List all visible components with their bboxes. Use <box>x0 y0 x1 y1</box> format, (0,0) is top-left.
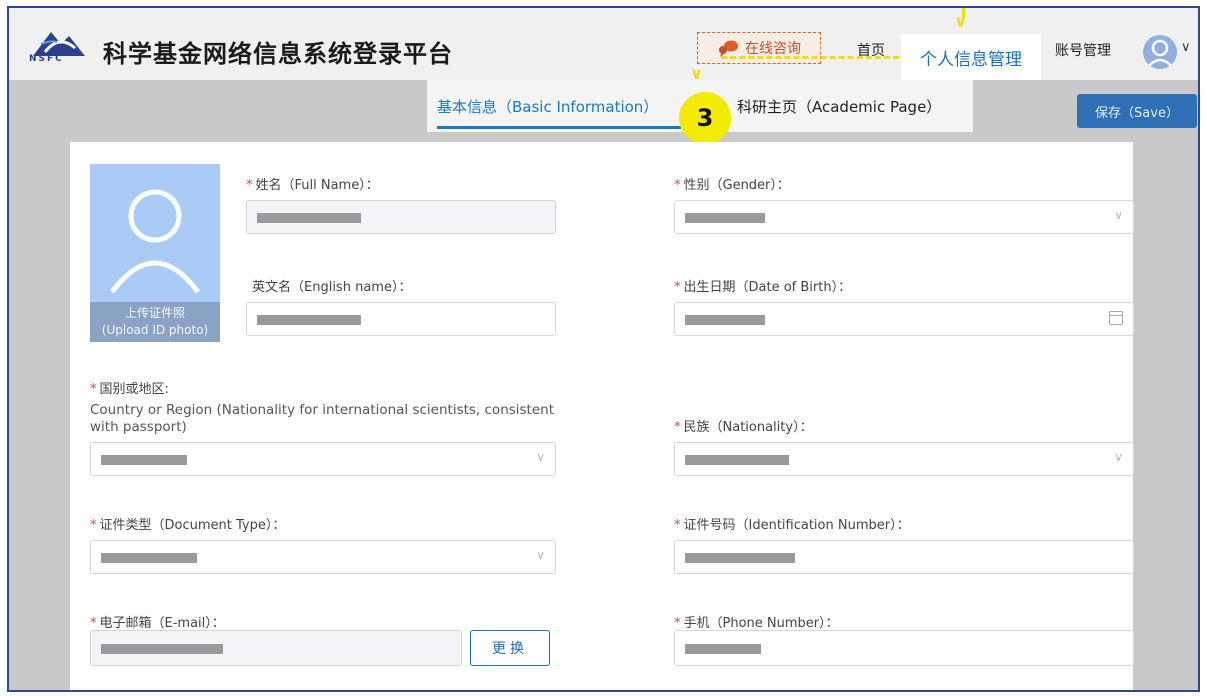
required-mark: * <box>674 420 681 435</box>
consult-label: 在线咨询 <box>745 41 801 57</box>
english-name-input[interactable] <box>246 302 556 336</box>
country-select[interactable]: ∨ <box>90 442 556 476</box>
chevron-down-icon: ∨ <box>1114 450 1123 464</box>
id-photo-upload[interactable]: 上传证件照 (Upload ID photo) <box>90 164 220 342</box>
chevron-down-icon: ∨ <box>1114 208 1123 222</box>
nav-profile-link[interactable]: 个人信息管理 <box>901 34 1041 80</box>
full-name-label-text: 姓名（Full Name）： <box>255 178 379 193</box>
redacted-value <box>257 213 361 223</box>
redacted-value <box>685 455 789 465</box>
required-mark: * <box>246 178 253 193</box>
step-number-badge: 3 <box>679 92 731 144</box>
chevron-down-icon: ∨ <box>536 450 545 464</box>
gender-label: * 性别（Gender）： <box>674 174 790 193</box>
country-label-text: 国别或地区: <box>99 382 169 397</box>
required-mark: * <box>90 616 97 631</box>
id-number-label: * 证件号码（Identification Number）： <box>674 514 910 533</box>
redacted-value <box>101 553 197 563</box>
basic-info-form: 上传证件照 (Upload ID photo) * 姓名（Full Name）： … <box>70 142 1134 690</box>
required-mark: * <box>674 178 681 193</box>
calendar-icon[interactable] <box>1109 311 1123 325</box>
phone-label: * 手机（Phone Number）： <box>674 612 839 631</box>
birth-date-label-text: 出生日期（Date of Birth）： <box>683 280 852 295</box>
required-mark: * <box>674 280 681 295</box>
redacted-value <box>101 644 223 654</box>
required-mark: * <box>90 518 97 533</box>
tab-bar: 基本信息（Basic Information） 科研主页（Academic Pa… <box>9 80 1198 138</box>
ethnicity-label: * 民族（Nationality）： <box>674 416 813 435</box>
redacted-value <box>685 315 765 325</box>
gender-label-text: 性别（Gender）： <box>683 178 790 193</box>
redacted-value <box>101 455 187 465</box>
doc-type-label: * 证件类型（Document Type）： <box>90 514 285 533</box>
email-label-text: 电子邮箱（E-mail）： <box>99 616 225 631</box>
email-label: * 电子邮箱（E-mail）： <box>90 612 225 631</box>
chevron-down-icon: ∨ <box>536 548 545 562</box>
required-mark: * <box>674 518 681 533</box>
full-name-label: * 姓名（Full Name）： <box>246 174 379 193</box>
logo-text: NSFC <box>29 54 64 64</box>
id-number-input[interactable] <box>674 540 1134 574</box>
annotation-arrow-down-icon: ∨ <box>954 12 967 31</box>
email-input[interactable] <box>90 630 462 666</box>
doc-type-select[interactable]: ∨ <box>90 540 556 574</box>
redacted-value <box>685 213 765 223</box>
site-title: 科学基金网络信息系统登录平台 <box>103 40 453 68</box>
english-name-label: 英文名（English name）： <box>252 280 412 295</box>
required-mark: * <box>90 382 97 397</box>
tab-basic-information[interactable]: 基本信息（Basic Information） <box>437 80 658 132</box>
upload-label-cn: 上传证件照 <box>124 306 185 320</box>
tab-academic-page[interactable]: 科研主页（Academic Page） <box>737 80 941 132</box>
birth-date-label: * 出生日期（Date of Birth）： <box>674 276 851 295</box>
chevron-down-icon[interactable]: ∨ <box>1181 40 1191 55</box>
upload-photo-label: 上传证件照 (Upload ID photo) <box>90 302 220 342</box>
upload-label-en: (Upload ID photo) <box>101 323 209 337</box>
chat-bubble-icon <box>719 40 738 57</box>
app-frame: NSFC 科学基金网络信息系统登录平台 在线咨询 首页 个人信息管理 账号管理 … <box>7 6 1200 692</box>
gender-select[interactable]: ∨ <box>674 200 1134 234</box>
redacted-value <box>685 553 795 563</box>
id-number-label-text: 证件号码（Identification Number）： <box>683 518 910 533</box>
active-tab-indicator <box>437 126 681 129</box>
change-email-button[interactable]: 更换 <box>470 630 550 666</box>
redacted-value <box>685 644 761 654</box>
doc-type-label-text: 证件类型（Document Type）： <box>99 518 286 533</box>
user-avatar-icon[interactable] <box>1143 35 1177 69</box>
nav-account-link[interactable]: 账号管理 <box>1055 40 1111 60</box>
ethnicity-select[interactable]: ∨ <box>674 442 1134 476</box>
phone-label-text: 手机（Phone Number）： <box>683 616 839 631</box>
required-mark: * <box>674 616 681 631</box>
annotation-dash-horizontal <box>721 56 899 59</box>
redacted-value <box>257 315 361 325</box>
online-consult-button[interactable]: 在线咨询 <box>697 32 821 64</box>
save-button[interactable]: 保存（Save） <box>1077 94 1197 128</box>
ethnicity-label-text: 民族（Nationality）： <box>683 420 813 435</box>
birth-date-picker[interactable] <box>674 302 1134 336</box>
full-name-input[interactable] <box>246 200 556 234</box>
annotation-arrow-down-icon: ∨ <box>690 64 703 83</box>
phone-input[interactable] <box>674 630 1134 666</box>
user-silhouette-icon <box>109 189 201 294</box>
top-header: NSFC 科学基金网络信息系统登录平台 在线咨询 首页 个人信息管理 账号管理 … <box>9 8 1198 80</box>
country-label: * 国别或地区: <box>90 378 169 397</box>
country-note: Country or Region (Nationality for inter… <box>90 402 555 435</box>
